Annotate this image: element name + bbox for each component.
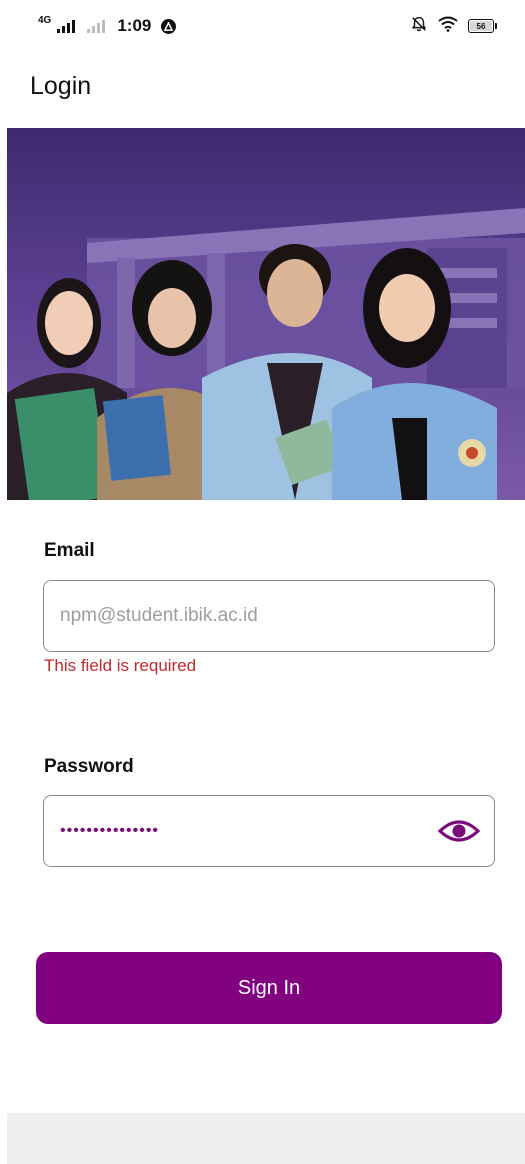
second-signal-icon: [87, 19, 106, 33]
email-field-container[interactable]: [43, 580, 495, 652]
status-bar: 4G 1:09 56: [0, 0, 525, 52]
page-title: Login: [30, 72, 92, 100]
status-left: 4G 1:09: [38, 14, 177, 36]
network-type: 4G: [38, 14, 52, 26]
email-error-message: This field is required: [44, 656, 197, 675]
bell-off-icon: [410, 15, 428, 38]
email-field[interactable]: [58, 604, 480, 628]
a-circle-icon: [161, 18, 177, 34]
status-right: 56: [410, 15, 497, 38]
password-label: Password: [44, 756, 134, 777]
email-label: Email: [44, 540, 95, 561]
password-field[interactable]: [58, 821, 430, 841]
bottom-navigation-bar: [7, 1113, 525, 1164]
sign-in-button[interactable]: Sign In: [36, 952, 502, 1024]
status-time: 1:09: [117, 16, 152, 35]
eye-icon[interactable]: [438, 815, 480, 847]
hero-illustration: [7, 208, 525, 500]
wifi-icon: [438, 16, 458, 37]
battery-level: 56: [470, 21, 492, 31]
signal-strength-icon: [57, 19, 76, 33]
password-field-container[interactable]: [43, 795, 495, 867]
hero-image: [7, 128, 525, 500]
battery-icon: 56: [468, 19, 497, 33]
